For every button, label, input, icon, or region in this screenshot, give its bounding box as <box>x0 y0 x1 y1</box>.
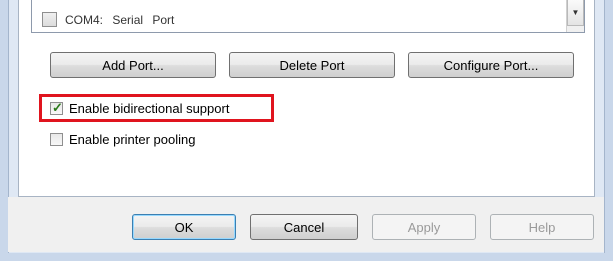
list-item[interactable]: COM4: Serial Port <box>42 12 174 27</box>
configure-port-button[interactable]: Configure Port... <box>408 52 574 78</box>
window-right-border <box>604 0 613 261</box>
ok-button[interactable]: OK <box>132 214 236 240</box>
add-port-button[interactable]: Add Port... <box>50 52 216 78</box>
port-list-scrollbar[interactable]: ▼ <box>566 0 584 32</box>
delete-port-button[interactable]: Delete Port <box>229 52 395 78</box>
highlight-annotation <box>39 94 274 122</box>
port-name: COM4: <box>65 12 104 27</box>
pooling-label[interactable]: Enable printer pooling <box>69 132 195 147</box>
pooling-option[interactable]: Enable printer pooling <box>50 132 195 147</box>
window-bottom-border <box>0 253 613 261</box>
chevron-down-icon[interactable]: ▼ <box>567 0 584 26</box>
help-button[interactable]: Help <box>490 214 594 240</box>
port-description: Serial Port <box>112 12 175 27</box>
port-checkbox[interactable] <box>42 12 57 27</box>
pooling-checkbox[interactable] <box>50 133 63 146</box>
printer-properties-dialog: COM4: Serial Port ▼ Add Port... Delete P… <box>0 0 613 261</box>
cancel-button[interactable]: Cancel <box>250 214 358 240</box>
apply-button[interactable]: Apply <box>372 214 476 240</box>
port-list[interactable]: COM4: Serial Port ▼ <box>31 0 585 33</box>
